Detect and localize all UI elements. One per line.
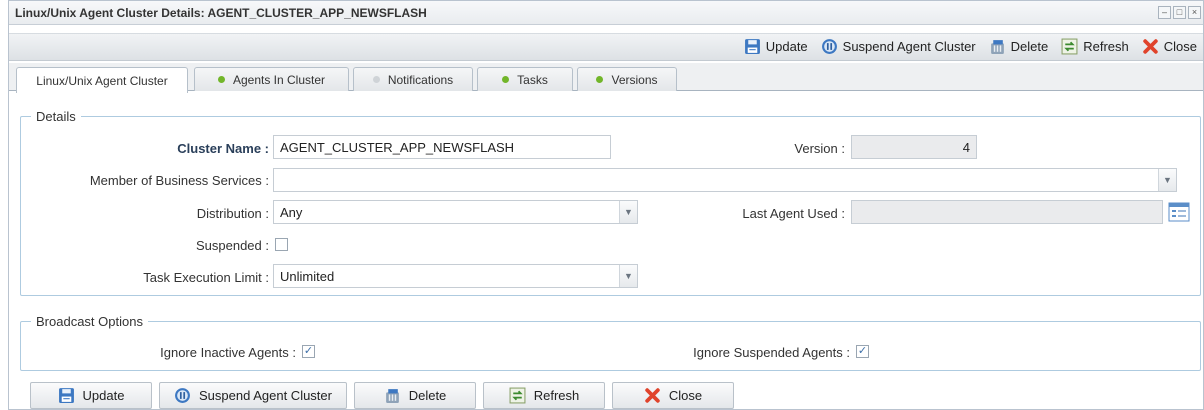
status-dot-icon bbox=[217, 76, 225, 83]
tab-label: Agents In Cluster bbox=[232, 72, 326, 87]
toolbar-refresh-label: Refresh bbox=[1083, 39, 1129, 54]
chevron-down-icon[interactable]: ▼ bbox=[619, 265, 637, 287]
status-dot-icon bbox=[596, 76, 604, 83]
toolbar-suspend-label: Suspend Agent Cluster bbox=[842, 39, 976, 54]
bottom-refresh-label: Refresh bbox=[533, 388, 580, 403]
toolbar-close-button[interactable]: Close bbox=[1142, 38, 1197, 55]
last-agent-used-label: Last Agent Used : bbox=[742, 206, 845, 221]
tab-label: Notifications bbox=[387, 72, 454, 87]
floppy-disk-icon bbox=[58, 388, 74, 403]
toolbar-delete-button[interactable]: Delete bbox=[989, 38, 1049, 55]
bottom-suspend-label: Suspend Agent Cluster bbox=[199, 388, 332, 403]
list-lookup-icon[interactable] bbox=[1168, 202, 1190, 222]
bottom-button-bar: Update Suspend Agent Cluster Delete Refr… bbox=[9, 378, 1203, 409]
bottom-close-button[interactable]: Close bbox=[612, 382, 734, 409]
pause-circle-icon bbox=[821, 39, 837, 54]
close-window-button[interactable]: × bbox=[1188, 6, 1201, 19]
chevron-down-icon[interactable]: ▼ bbox=[1158, 169, 1176, 191]
toolbar: Update Suspend Agent Cluster Delete Refr… bbox=[9, 33, 1203, 61]
bottom-close-label: Close bbox=[668, 388, 703, 403]
tab-notifications[interactable]: Notifications bbox=[353, 67, 473, 91]
broadcast-options-fieldset: Broadcast Options Ignore Inactive Agents… bbox=[20, 314, 1201, 371]
tab-tasks[interactable]: Tasks bbox=[477, 67, 573, 91]
chevron-down-icon[interactable]: ▼ bbox=[619, 201, 637, 223]
trash-bin-icon bbox=[385, 389, 399, 403]
bottom-update-button[interactable]: Update bbox=[30, 382, 152, 409]
tab-agents-in-cluster[interactable]: Agents In Cluster bbox=[194, 67, 349, 91]
suspended-checkbox[interactable] bbox=[275, 238, 288, 251]
tab-linux-unix-agent-cluster[interactable]: Linux/Unix Agent Cluster bbox=[16, 67, 188, 93]
bottom-delete-label: Delete bbox=[408, 388, 447, 403]
cluster-name-label: Cluster Name : bbox=[177, 141, 269, 156]
refresh-arrows-icon bbox=[509, 387, 526, 404]
title-bar: Linux/Unix Agent Cluster Details: AGENT_… bbox=[9, 1, 1203, 25]
task-execution-limit-label: Task Execution Limit : bbox=[143, 270, 269, 285]
toolbar-suspend-button[interactable]: Suspend Agent Cluster bbox=[821, 38, 976, 55]
bottom-refresh-button[interactable]: Refresh bbox=[483, 382, 605, 409]
cluster-name-field[interactable]: AGENT_CLUSTER_APP_NEWSFLASH bbox=[273, 135, 611, 159]
toolbar-update-button[interactable]: Update bbox=[744, 38, 808, 55]
tab-label: Linux/Unix Agent Cluster bbox=[36, 73, 168, 88]
broadcast-options-legend: Broadcast Options bbox=[31, 314, 148, 329]
minimize-button[interactable]: – bbox=[1158, 6, 1171, 19]
bottom-update-label: Update bbox=[82, 388, 125, 403]
tab-bar: Linux/Unix Agent Cluster Agents In Clust… bbox=[9, 63, 1203, 93]
toolbar-update-label: Update bbox=[765, 39, 808, 54]
window-controls: – □ × bbox=[1158, 6, 1201, 19]
tab-label: Tasks bbox=[517, 72, 548, 87]
bottom-suspend-button[interactable]: Suspend Agent Cluster bbox=[159, 382, 347, 409]
business-services-select[interactable]: ▼ bbox=[273, 168, 1177, 192]
ignore-suspended-agents-label: Ignore Suspended Agents : bbox=[693, 345, 850, 360]
red-x-icon bbox=[645, 388, 660, 403]
status-dot-icon bbox=[372, 76, 380, 83]
window-title: Linux/Unix Agent Cluster Details: AGENT_… bbox=[15, 6, 427, 20]
toolbar-button-group: Update Suspend Agent Cluster Delete Refr… bbox=[731, 38, 1197, 55]
version-field: 4 bbox=[851, 135, 977, 159]
floppy-disk-icon bbox=[744, 39, 760, 54]
details-legend: Details bbox=[31, 109, 81, 124]
task-execution-limit-value: Unlimited bbox=[280, 269, 335, 284]
ignore-inactive-agents-checkbox[interactable]: ✓ bbox=[302, 345, 315, 358]
tab-versions[interactable]: Versions bbox=[577, 67, 677, 91]
tab-label: Versions bbox=[611, 72, 658, 87]
agent-cluster-details-window: Linux/Unix Agent Cluster Details: AGENT_… bbox=[8, 0, 1204, 410]
bottom-delete-button[interactable]: Delete bbox=[354, 382, 476, 409]
suspended-label: Suspended : bbox=[195, 238, 269, 253]
task-execution-limit-select[interactable]: Unlimited ▼ bbox=[273, 264, 638, 288]
toolbar-refresh-button[interactable]: Refresh bbox=[1061, 38, 1129, 55]
pause-circle-icon bbox=[175, 388, 190, 403]
distribution-label: Distribution : bbox=[196, 206, 269, 221]
trash-bin-icon bbox=[990, 40, 1004, 54]
version-label: Version : bbox=[794, 141, 845, 156]
business-services-label: Member of Business Services : bbox=[89, 173, 269, 188]
toolbar-close-label: Close bbox=[1163, 39, 1197, 54]
maximize-button[interactable]: □ bbox=[1173, 6, 1186, 19]
distribution-value: Any bbox=[280, 205, 303, 220]
details-fieldset: Details Cluster Name : AGENT_CLUSTER_APP… bbox=[20, 109, 1201, 296]
last-agent-used-field bbox=[851, 200, 1163, 224]
toolbar-delete-label: Delete bbox=[1010, 39, 1049, 54]
refresh-arrows-icon bbox=[1061, 38, 1078, 55]
red-x-icon bbox=[1143, 39, 1158, 54]
ignore-inactive-agents-label: Ignore Inactive Agents : bbox=[160, 345, 296, 360]
status-dot-icon bbox=[502, 76, 510, 83]
distribution-select[interactable]: Any ▼ bbox=[273, 200, 638, 224]
ignore-suspended-agents-checkbox[interactable]: ✓ bbox=[856, 345, 869, 358]
